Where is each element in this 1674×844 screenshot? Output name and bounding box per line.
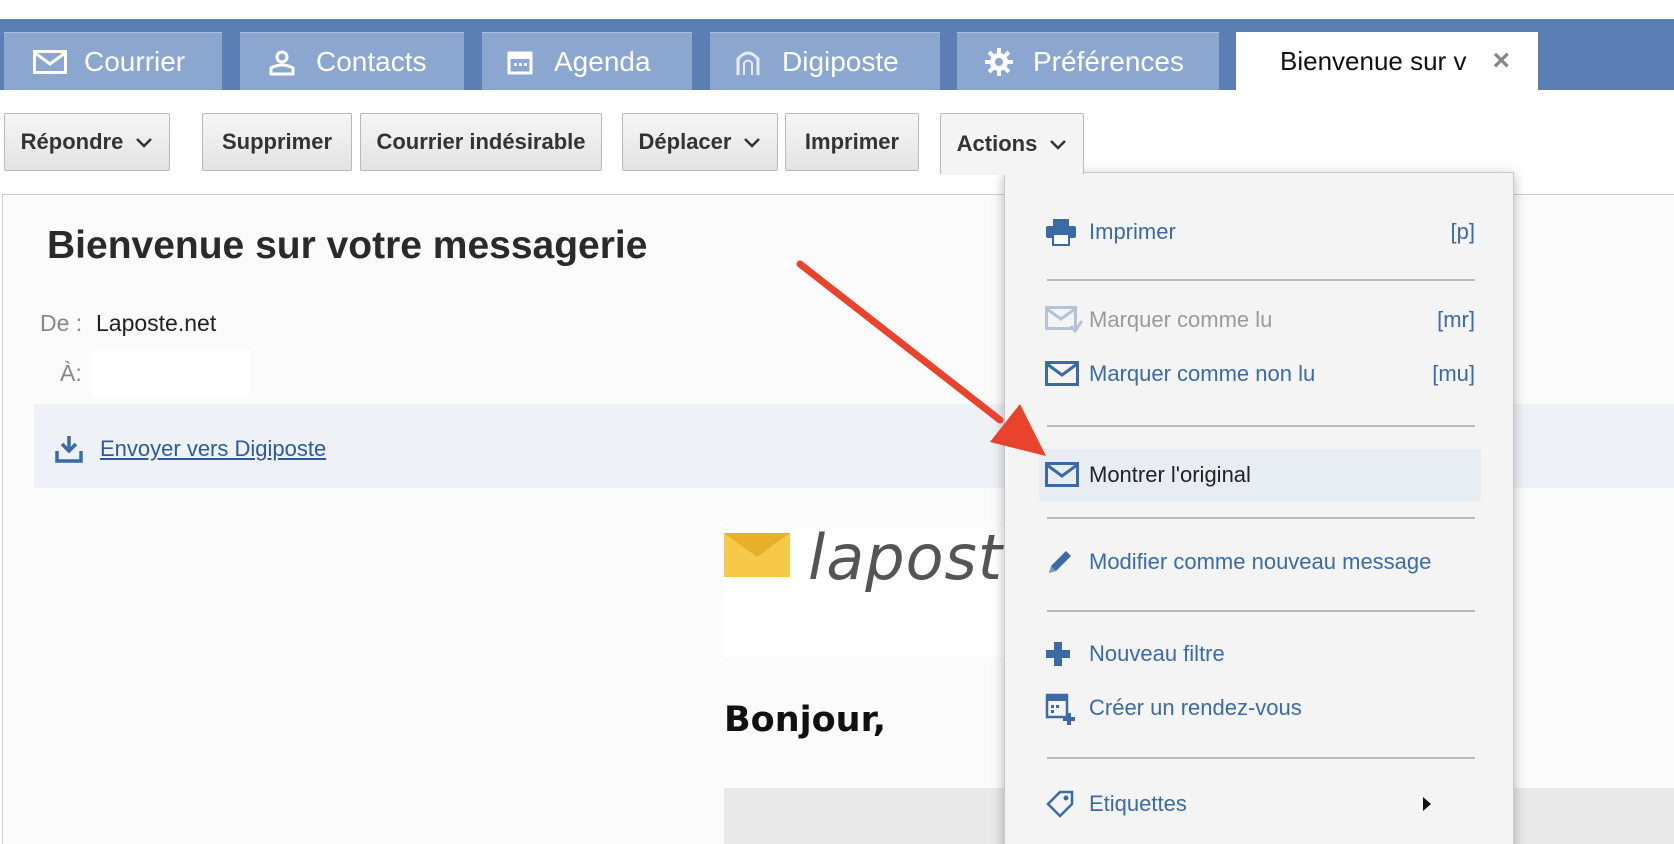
tab-contacts[interactable]: Contacts: [240, 32, 464, 90]
print-button[interactable]: Imprimer: [785, 113, 919, 171]
actions-label: Actions: [956, 131, 1038, 156]
tab-current-message[interactable]: Bienvenue sur v ×: [1236, 32, 1538, 90]
tab-label: Bienvenue sur v: [1280, 45, 1467, 76]
tab-agenda[interactable]: Agenda: [482, 32, 692, 90]
delete-label: Supprimer: [221, 129, 333, 154]
menu-item-label: Nouveau filtre: [1089, 641, 1225, 666]
digiposte-icon: [728, 44, 768, 80]
tab-digiposte[interactable]: Digiposte: [710, 32, 940, 90]
gear-icon: [979, 44, 1019, 80]
delete-button[interactable]: Supprimer: [202, 113, 352, 171]
menu-item-mark-read[interactable]: Marquer comme lu [mr]: [1045, 297, 1475, 343]
menu-divider: [1047, 279, 1475, 281]
chevron-down-icon: [1049, 135, 1067, 153]
menu-item-edit-as-new[interactable]: Modifier comme nouveau message: [1045, 539, 1475, 585]
envelope-icon: [30, 44, 70, 80]
pencil-icon: [1045, 545, 1083, 579]
menu-item-label: Imprimer: [1089, 219, 1176, 244]
print-label: Imprimer: [804, 129, 900, 154]
plus-icon: [1045, 637, 1083, 671]
logo-text: laposte: [808, 527, 1014, 594]
menu-item-label: Modifier comme nouveau message: [1089, 549, 1432, 574]
chevron-down-icon: [743, 133, 761, 151]
menu-item-create-appointment[interactable]: Créer un rendez-vous: [1045, 685, 1475, 731]
spam-label: Courrier indésirable: [376, 129, 586, 154]
printer-icon: [1045, 215, 1083, 249]
reply-label: Répondre: [20, 129, 124, 154]
tab-label: Courrier: [84, 45, 186, 77]
envelope-read-icon: [1045, 303, 1083, 337]
move-button[interactable]: Déplacer: [622, 113, 778, 171]
move-label: Déplacer: [638, 129, 732, 154]
menu-item-shortcut: [p]: [1450, 219, 1475, 244]
menu-item-labels[interactable]: Etiquettes: [1045, 781, 1475, 827]
menu-divider: [1047, 517, 1475, 519]
main-tab-bar: Courrier Contacts Agenda Digiposte Préfé…: [0, 19, 1674, 90]
tab-label: Digiposte: [782, 45, 899, 77]
calendar-add-icon: [1045, 691, 1083, 725]
tab-label: Préférences: [1033, 45, 1184, 77]
menu-item-shortcut: [mu]: [1432, 361, 1475, 386]
envelope-icon: [1045, 357, 1083, 391]
submenu-arrow-icon: [1423, 797, 1431, 811]
chevron-down-icon: [135, 133, 153, 151]
logo-envelope-icon: [724, 533, 790, 577]
menu-divider: [1047, 425, 1475, 427]
close-icon[interactable]: ×: [1492, 46, 1510, 76]
send-to-digiposte-link[interactable]: Envoyer vers Digiposte: [100, 436, 326, 462]
spam-button[interactable]: Courrier indésirable: [360, 113, 602, 171]
to-label: À:: [60, 360, 82, 386]
tab-preferences[interactable]: Préférences: [957, 32, 1219, 90]
download-tray-icon: [54, 434, 84, 464]
greeting: Bonjour,: [724, 700, 887, 740]
menu-item-shortcut: [mr]: [1437, 307, 1475, 332]
tab-courrier[interactable]: Courrier: [4, 32, 222, 90]
menu-item-label: Marquer comme non lu: [1089, 361, 1316, 386]
menu-item-mark-unread[interactable]: Marquer comme non lu [mu]: [1045, 351, 1475, 397]
tab-label: Contacts: [316, 45, 427, 77]
laposte-logo: laposte: [724, 527, 1014, 657]
actions-menu: Imprimer [p] Marquer comme lu [mr] Marqu…: [1004, 172, 1514, 844]
menu-item-label: Montrer l'original: [1089, 462, 1251, 487]
to-value: [92, 350, 250, 396]
reply-button[interactable]: Répondre: [4, 113, 170, 171]
menu-item-show-original[interactable]: Montrer l'original: [1039, 449, 1481, 501]
menu-item-print[interactable]: Imprimer [p]: [1045, 209, 1475, 255]
menu-item-new-filter[interactable]: Nouveau filtre: [1045, 631, 1475, 677]
menu-item-label: Marquer comme lu: [1089, 307, 1273, 332]
tag-icon: [1045, 787, 1083, 821]
menu-item-label: Créer un rendez-vous: [1089, 695, 1302, 720]
envelope-icon: [1045, 458, 1083, 492]
contacts-icon: [262, 44, 302, 80]
actions-button[interactable]: Actions: [940, 113, 1084, 175]
menu-divider: [1047, 610, 1475, 612]
from-value: Laposte.net: [96, 310, 217, 336]
calendar-icon: [500, 44, 540, 80]
tab-label: Agenda: [554, 45, 651, 77]
message-subject: Bienvenue sur votre messagerie: [47, 224, 648, 267]
menu-divider: [1047, 757, 1475, 759]
from-label: De :: [40, 310, 83, 336]
menu-item-label: Etiquettes: [1089, 791, 1187, 816]
